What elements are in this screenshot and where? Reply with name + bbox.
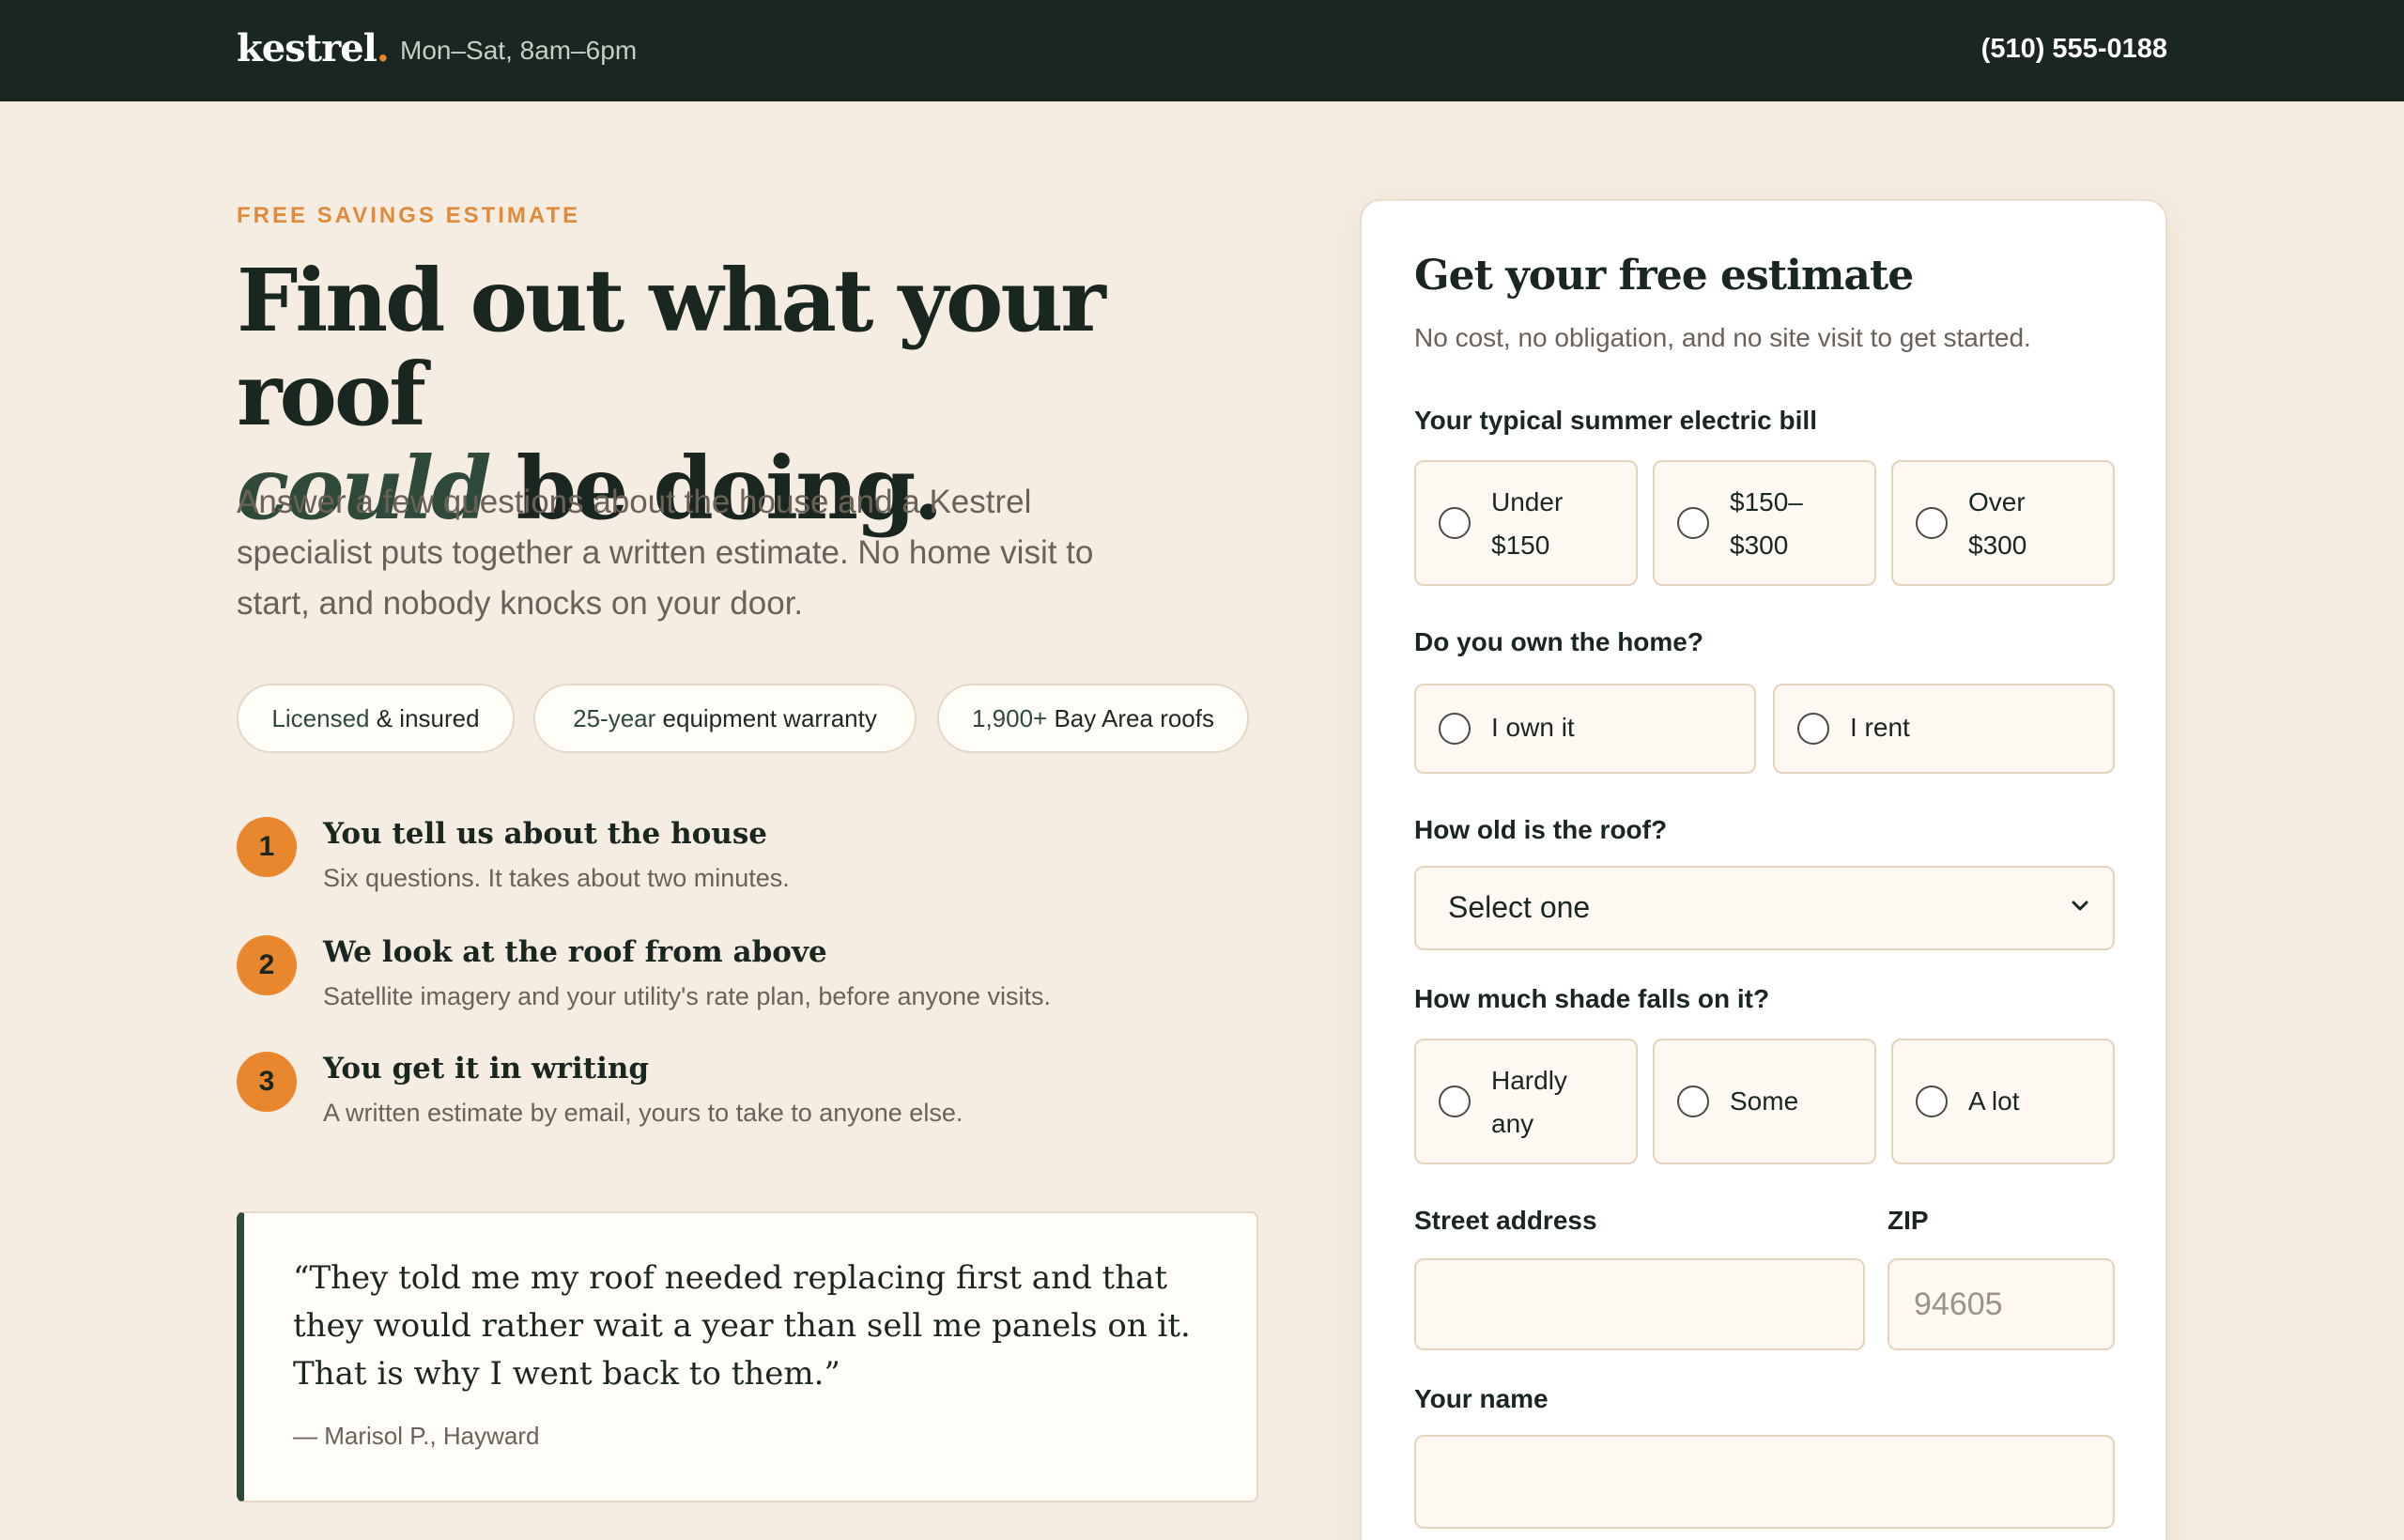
radio-circle[interactable] xyxy=(1677,1086,1709,1117)
shade-option-a-lot[interactable]: A lot xyxy=(1891,1039,2115,1164)
option-label: A lot xyxy=(1968,1086,2020,1116)
chip-highlight: Licensed xyxy=(271,704,370,732)
form-subtitle: No cost, no obligation, and no site visi… xyxy=(1414,323,2031,352)
option-label: Under $150 xyxy=(1491,487,1564,560)
zip-field[interactable] xyxy=(1888,1258,2115,1350)
address-input[interactable] xyxy=(1416,1260,1863,1348)
option-label: I rent xyxy=(1850,713,1910,742)
option-label: I own it xyxy=(1491,713,1575,742)
chip-text: equipment warranty xyxy=(655,704,877,732)
shade-option-some[interactable]: Some xyxy=(1653,1039,1876,1164)
radio-circle[interactable] xyxy=(1677,507,1709,539)
bill-option-under-150[interactable]: Under $150 xyxy=(1414,460,1638,586)
shade-option-hardly-any[interactable]: Hardly any xyxy=(1414,1039,1638,1164)
ownership-label: Do you own the home? xyxy=(1414,627,1703,656)
zip-input[interactable] xyxy=(1889,1260,2113,1348)
chip-text: Bay Area roofs xyxy=(1047,704,1214,732)
step-item: 1 You tell us about the house Six questi… xyxy=(237,817,1223,911)
zip-label: ZIP xyxy=(1888,1206,1929,1235)
business-hours: Mon–Sat, 8am–6pm xyxy=(400,36,638,65)
address-field[interactable] xyxy=(1414,1258,1865,1350)
option-label: Hardly any xyxy=(1491,1066,1567,1138)
address-label: Street address xyxy=(1414,1206,1597,1235)
testimonial-quote: “They told me my roof needed replacing f… xyxy=(293,1259,1191,1393)
bill-option-150-300[interactable]: $150– $300 xyxy=(1653,460,1876,586)
name-field[interactable] xyxy=(1414,1435,2115,1529)
logo[interactable]: kestrel. xyxy=(237,26,390,70)
step-title: You get it in writing xyxy=(323,1052,650,1086)
roof-age-label: How old is the roof? xyxy=(1414,815,1668,844)
chip-warranty: 25-year equipment warranty xyxy=(533,684,917,753)
own-option-rent[interactable]: I rent xyxy=(1773,684,2115,774)
shade-label: How much shade falls on it? xyxy=(1414,984,1770,1013)
radio-circle[interactable] xyxy=(1439,1086,1471,1117)
name-input[interactable] xyxy=(1416,1437,2113,1527)
radio-circle[interactable] xyxy=(1439,713,1471,745)
eyebrow: FREE SAVINGS ESTIMATE xyxy=(237,203,581,228)
step-item: 3 You get it in writing A written estima… xyxy=(237,1052,1223,1146)
radio-circle[interactable] xyxy=(1916,1086,1948,1117)
name-label: Your name xyxy=(1414,1384,1549,1413)
bill-label: Your typical summer electric bill xyxy=(1414,406,1817,435)
headline-line1: Find out what your roof xyxy=(237,250,1106,445)
testimonial-author: — Marisol P., Hayward xyxy=(293,1422,540,1450)
option-label: Over $300 xyxy=(1968,487,2027,560)
logo-dot: . xyxy=(376,26,390,70)
roof-age-select[interactable]: Select one xyxy=(1414,866,2115,950)
step-item: 2 We look at the roof from above Satelli… xyxy=(237,935,1223,1029)
chevron-down-icon xyxy=(2072,901,2088,911)
option-label: $150– $300 xyxy=(1730,487,1803,560)
hero-description: Answer a few questions about the house a… xyxy=(237,484,1094,622)
select-value: Select one xyxy=(1448,890,1591,924)
form-title: Get your free estimate xyxy=(1414,252,1914,300)
bill-option-over-300[interactable]: Over $300 xyxy=(1891,460,2115,586)
chip-highlight: 25-year xyxy=(573,704,656,732)
chip-roofs: 1,900+ Bay Area roofs xyxy=(937,684,1249,753)
logo-text: kestrel xyxy=(237,26,378,70)
option-label: Some xyxy=(1730,1086,1799,1116)
step-title: You tell us about the house xyxy=(323,817,768,851)
radio-circle[interactable] xyxy=(1797,713,1829,745)
step-number: 2 xyxy=(237,935,297,995)
phone-link[interactable]: (510) 555-0188 xyxy=(1981,34,2167,65)
step-number: 1 xyxy=(237,817,297,877)
radio-circle[interactable] xyxy=(1916,507,1948,539)
estimate-form: Get your free estimate No cost, no oblig… xyxy=(1360,199,2167,1540)
chip-text: & insured xyxy=(369,704,480,732)
testimonial: “They told me my roof needed replacing f… xyxy=(237,1211,1258,1502)
own-option-own[interactable]: I own it xyxy=(1414,684,1756,774)
chip-highlight: 1,900+ xyxy=(971,704,1048,732)
chip-licensed: Licensed & insured xyxy=(237,684,515,753)
step-description: Satellite imagery and your utility's rat… xyxy=(323,982,1052,1010)
top-bar: kestrel. Mon–Sat, 8am–6pm (510) 555-0188 xyxy=(0,0,2404,101)
step-description: Six questions. It takes about two minute… xyxy=(323,864,790,892)
radio-circle[interactable] xyxy=(1439,507,1471,539)
step-title: We look at the roof from above xyxy=(323,935,827,969)
step-number: 3 xyxy=(237,1052,297,1112)
step-description: A written estimate by email, yours to ta… xyxy=(323,1099,963,1127)
